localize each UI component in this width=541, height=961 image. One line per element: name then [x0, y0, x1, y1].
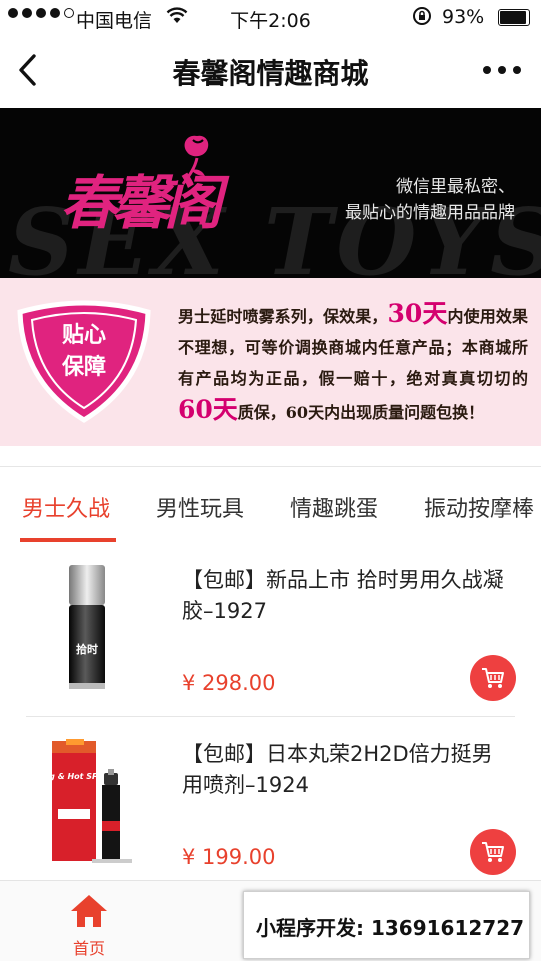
guarantee-description: 男士延时喷雾系列，保效果，30天内使用效果不理想，可等价调换商城内任意产品；本商…: [178, 298, 528, 428]
page-title: 春馨阁情趣商城: [172, 57, 369, 90]
slogan-line-2: 最贴心的情趣用品品牌: [345, 203, 515, 223]
product-card[interactable]: 拾时 【包邮】新品上市 拾时男用久战凝胶–1927 ¥ 298.00: [0, 543, 541, 717]
guarantee-badge-text: 贴心 保障: [44, 320, 124, 384]
add-to-cart-button[interactable]: [470, 829, 516, 875]
product-name[interactable]: 【包邮】新品上市 拾时男用久战凝胶–1927: [182, 565, 512, 627]
product-card[interactable]: Long & Hot SPRAY 【包邮】日本丸荣2H2D倍力挺男用喷剂–192…: [0, 717, 541, 891]
active-tab-indicator: [20, 538, 116, 542]
brand-slogan: 微信里最私密、 最贴心的情趣用品品牌: [345, 174, 515, 226]
guarantee-text-3: 质保，60天内出现质量问题包换！: [237, 403, 485, 422]
product-image[interactable]: 拾时: [62, 565, 112, 691]
badge-line-1: 贴心: [61, 323, 106, 348]
tab-mens-toys[interactable]: 男性玩具: [156, 491, 244, 523]
rotation-lock-icon: [412, 6, 432, 31]
product-name[interactable]: 【包邮】日本丸荣2H2D倍力挺男用喷剂–1924: [182, 739, 512, 801]
tab-vibrators[interactable]: 振动按摩棒: [424, 491, 534, 523]
badge-line-2: 保障: [61, 355, 106, 380]
tab-home[interactable]: 首页: [64, 893, 114, 959]
nav-bar: 春馨阁情趣商城: [0, 36, 541, 108]
product-price: ¥ 298.00: [182, 671, 276, 695]
guarantee-highlight-30: 30天: [387, 299, 448, 328]
status-bar: 中国电信 下午2:06 93%: [0, 0, 541, 36]
cart-icon: [482, 842, 504, 862]
home-icon: [71, 895, 107, 927]
add-to-cart-button[interactable]: [470, 655, 516, 701]
tab-home-label: 首页: [72, 939, 105, 958]
product-image-label: 拾时: [76, 642, 98, 656]
developer-contact-text: 小程序开发: 13691612727: [256, 916, 525, 940]
brand-banner: SEX TOYS 春馨阁 微信里最私密、 最贴心的情趣用品品牌: [0, 108, 541, 278]
tab-vibrating-eggs[interactable]: 情趣跳蛋: [290, 491, 378, 523]
battery-percent: 93%: [442, 6, 485, 28]
guarantee-banner: 贴心 保障 男士延时喷雾系列，保效果，30天内使用效果不理想，可等价调换商城内任…: [0, 278, 541, 446]
product-price: ¥ 199.00: [182, 845, 276, 869]
cart-icon: [482, 668, 504, 688]
developer-contact-card: 小程序开发: 13691612727: [243, 891, 530, 959]
guarantee-text-1: 男士延时喷雾系列，保效果，: [178, 307, 388, 326]
tab-mens-endurance[interactable]: 男士久战: [22, 491, 110, 523]
guarantee-highlight-60: 60天: [178, 395, 238, 424]
battery-icon: [498, 9, 530, 26]
more-options-icon[interactable]: [483, 66, 521, 74]
product-image[interactable]: Long & Hot SPRAY: [52, 739, 134, 867]
slogan-line-1: 微信里最私密、: [396, 177, 515, 197]
brand-logo: 春馨阁: [60, 169, 222, 237]
category-tabs: 男士久战 男性玩具 情趣跳蛋 振动按摩棒: [0, 466, 541, 544]
